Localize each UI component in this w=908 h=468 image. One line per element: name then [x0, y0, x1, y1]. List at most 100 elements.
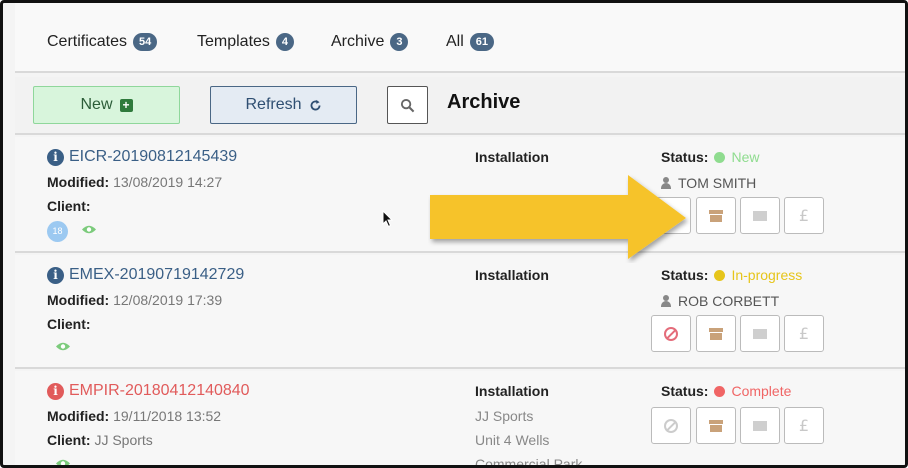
ban-icon	[664, 418, 678, 433]
modified-value: 13/08/2019 14:27	[113, 174, 223, 190]
certificate-id: EICR-20190812145439	[69, 148, 238, 165]
archive-button[interactable]	[696, 407, 736, 444]
client-line: Client:	[47, 198, 91, 214]
envelope-icon	[753, 328, 767, 339]
email-button[interactable]	[740, 407, 780, 444]
refresh-icon	[310, 99, 320, 110]
new-button[interactable]: New +	[33, 86, 180, 124]
tab-label: Templates	[197, 33, 270, 50]
certificate-link[interactable]: i EICR-20190812145439	[47, 148, 237, 166]
certificate-link[interactable]: i EMPIR-20180412140840	[47, 382, 250, 400]
info-icon: i	[47, 382, 64, 400]
tab-all[interactable]: All 61	[446, 33, 495, 51]
status-label: Status:	[661, 383, 709, 399]
search-button[interactable]	[387, 86, 428, 124]
plus-icon: +	[119, 98, 133, 112]
status-value: In-progress	[731, 267, 803, 283]
refresh-button-label: Refresh	[245, 96, 302, 113]
email-button[interactable]	[740, 197, 780, 234]
client-label: Client:	[47, 198, 91, 214]
status-dot	[714, 151, 726, 163]
eye-icon[interactable]	[81, 224, 97, 235]
archive-box-icon	[709, 327, 723, 340]
archive-box-icon	[709, 209, 723, 222]
invoice-button[interactable]: £	[784, 197, 824, 234]
new-button-label: New	[80, 96, 113, 113]
assignee-name: ROB CORBETT	[678, 293, 780, 309]
installation-label: Installation	[475, 267, 549, 283]
status-label: Status:	[661, 149, 709, 165]
status-value: Complete	[731, 383, 792, 399]
modified-label: Modified:	[47, 174, 110, 190]
certificate-link[interactable]: i EMEX-20190719142729	[47, 266, 244, 284]
refresh-button[interactable]: Refresh	[210, 86, 357, 124]
archive-box-icon	[709, 419, 723, 432]
count-badge: 61	[469, 33, 495, 51]
pound-icon: £	[798, 416, 810, 435]
status-value: New	[731, 149, 760, 165]
eye-icon[interactable]	[55, 341, 71, 352]
modified-label: Modified:	[47, 292, 110, 308]
tab-label: Archive	[331, 33, 385, 50]
modified-label: Modified:	[47, 408, 110, 424]
invoice-button[interactable]: £	[784, 315, 824, 352]
status-dot	[714, 269, 726, 281]
installation-line: Unit 4 Wells	[475, 432, 550, 448]
ban-icon	[664, 326, 678, 341]
tab-archive[interactable]: Archive 3	[331, 33, 409, 51]
client-line: Client:	[47, 316, 91, 332]
app-window: Certificates 54 Templates 4 Archive 3 Al…	[0, 0, 908, 468]
user-icon	[661, 295, 671, 307]
count-badge: 3	[390, 33, 409, 51]
installation-line: Commercial Park	[475, 456, 583, 468]
certificate-id: EMPIR-20180412140840	[69, 382, 250, 399]
list-item: i EMEX-20190719142729 Modified: 12/08/20…	[15, 255, 905, 369]
status-line: Status: Complete	[661, 383, 791, 399]
modified-value: 12/08/2019 17:39	[113, 292, 223, 308]
tab-certificates[interactable]: Certificates 54	[47, 33, 158, 51]
count-badge: 54	[133, 33, 158, 51]
status-line: Status: New	[661, 149, 759, 165]
tab-label: Certificates	[47, 33, 128, 50]
info-icon: i	[47, 266, 64, 284]
archive-button[interactable]	[696, 315, 736, 352]
modified-line: Modified: 19/11/2018 13:52	[47, 408, 221, 424]
avatar: 18	[47, 221, 68, 242]
tab-templates[interactable]: Templates 4	[197, 33, 295, 51]
cancel-button[interactable]	[651, 407, 691, 444]
cancel-button[interactable]	[651, 315, 691, 352]
toolbar: New + Refresh Archive	[15, 77, 905, 135]
assignee: ROB CORBETT	[661, 293, 779, 309]
tabs-bar: Certificates 54 Templates 4 Archive 3 Al…	[15, 3, 905, 73]
modified-line: Modified: 12/08/2019 17:39	[47, 292, 222, 308]
archive-button[interactable]	[696, 197, 736, 234]
highlight-arrow	[430, 175, 686, 259]
tab-label: All	[446, 33, 464, 50]
envelope-icon	[753, 210, 767, 221]
installation-label: Installation	[475, 383, 549, 399]
invoice-button[interactable]: £	[784, 407, 824, 444]
installation-line: JJ Sports	[475, 408, 534, 424]
email-button[interactable]	[740, 315, 780, 352]
installation-label: Installation	[475, 149, 549, 165]
pound-icon: £	[798, 324, 810, 343]
info-icon: i	[47, 148, 64, 166]
page-title: Archive	[447, 91, 521, 113]
modified-line: Modified: 13/08/2019 14:27	[47, 174, 222, 190]
status-label: Status:	[661, 267, 709, 283]
eye-icon[interactable]	[55, 458, 71, 468]
envelope-icon	[753, 420, 767, 431]
pound-icon: £	[798, 206, 810, 225]
certificate-id: EMEX-20190719142729	[69, 266, 245, 283]
mouse-cursor	[382, 210, 394, 228]
count-badge: 4	[275, 33, 295, 51]
client-line: Client: JJ Sports	[47, 432, 153, 448]
list-item: i EMPIR-20180412140840 Modified: 19/11/2…	[15, 371, 905, 468]
search-icon	[400, 98, 415, 112]
status-line: Status: In-progress	[661, 267, 802, 283]
client-value: JJ Sports	[94, 432, 153, 448]
client-label: Client:	[47, 432, 91, 448]
client-label: Client:	[47, 316, 91, 332]
modified-value: 19/11/2018 13:52	[113, 408, 222, 424]
status-dot	[714, 385, 726, 397]
